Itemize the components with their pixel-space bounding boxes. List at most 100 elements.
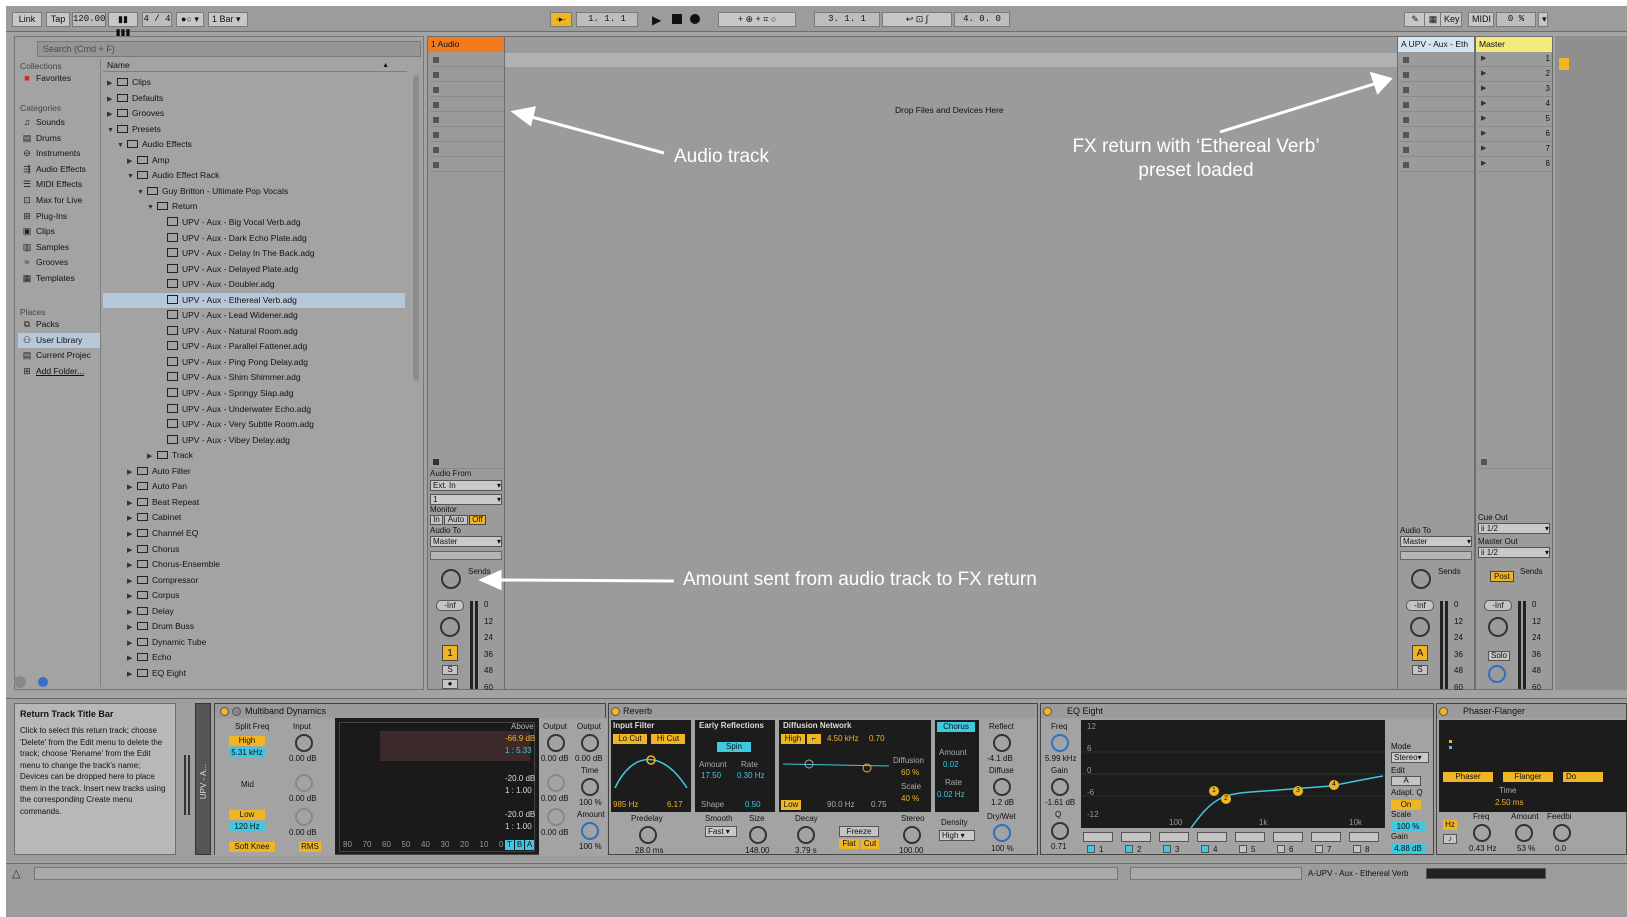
size-knob[interactable] bbox=[749, 826, 767, 844]
eq-filter-type-select[interactable] bbox=[1311, 832, 1341, 842]
eq-q-knob[interactable] bbox=[1051, 822, 1069, 840]
spin-amount-value[interactable]: 17.50 bbox=[701, 771, 721, 780]
eq-output-gain-field[interactable]: 4.88 dB bbox=[1391, 844, 1425, 854]
amount-knob[interactable] bbox=[581, 822, 599, 840]
density-select[interactable]: High ▾ bbox=[939, 830, 975, 841]
eq-band-toggle[interactable] bbox=[1277, 845, 1285, 853]
cut-button[interactable]: Cut bbox=[861, 839, 879, 849]
eq-title[interactable]: EQ Eight bbox=[1041, 704, 1433, 718]
eq-display[interactable]: 12 3 4 bbox=[1081, 720, 1385, 828]
below-ratio-low[interactable]: 1 : 1.00 bbox=[505, 822, 532, 831]
eq-edit-button[interactable]: A bbox=[1391, 776, 1421, 786]
phaser-freq-knob[interactable] bbox=[1473, 824, 1491, 842]
rms-button[interactable]: RMS bbox=[299, 842, 321, 852]
eq-filter-type-select[interactable] bbox=[1197, 832, 1227, 842]
above-threshold[interactable]: -66.9 dB bbox=[505, 734, 535, 743]
eq-band-toggle[interactable] bbox=[1163, 845, 1171, 853]
low-freq-field[interactable]: 120 Hz bbox=[229, 822, 265, 832]
eq-band-node[interactable]: 1 bbox=[1209, 786, 1219, 796]
freeze-button[interactable]: Freeze bbox=[839, 826, 879, 837]
reflect-knob[interactable] bbox=[993, 734, 1011, 752]
spin-rate-value[interactable]: 0.30 Hz bbox=[737, 771, 765, 780]
eq-filter-type-select[interactable] bbox=[1235, 832, 1265, 842]
phaser-mode-button[interactable]: Phaser bbox=[1443, 772, 1493, 782]
high-band-button[interactable]: High bbox=[229, 736, 265, 746]
doubler-mode-button[interactable]: Do bbox=[1563, 772, 1603, 782]
flanger-mode-button[interactable]: Flanger bbox=[1503, 772, 1553, 782]
eq-band-node[interactable]: 4 bbox=[1329, 780, 1339, 790]
overview-thumbnail[interactable] bbox=[1426, 868, 1546, 879]
diffuse-knob[interactable] bbox=[993, 778, 1011, 796]
stereo-knob[interactable] bbox=[903, 826, 921, 844]
filter-freq-value[interactable]: 985 Hz bbox=[613, 800, 638, 809]
eq-band-toggle[interactable] bbox=[1087, 845, 1095, 853]
diffusion-value[interactable]: 60 % bbox=[901, 768, 919, 777]
dry-wet-knob[interactable] bbox=[993, 824, 1011, 842]
reverb-title[interactable]: Reverb bbox=[609, 704, 1037, 718]
chorus-rate-value[interactable]: 0.02 Hz bbox=[937, 790, 965, 799]
chorus-button[interactable]: Chorus bbox=[937, 722, 975, 732]
reverb-on-icon[interactable] bbox=[611, 707, 620, 716]
hz-button[interactable]: Hz bbox=[1443, 820, 1457, 830]
below-threshold-low[interactable]: -20.0 dB bbox=[505, 810, 535, 819]
eq-band-toggle[interactable] bbox=[1125, 845, 1133, 853]
phaser-amount-knob[interactable] bbox=[1515, 824, 1533, 842]
output-low-knob[interactable] bbox=[547, 808, 565, 826]
high-freq-field[interactable]: 5.31 kHz bbox=[229, 748, 265, 758]
eq-filter-type-select[interactable] bbox=[1121, 832, 1151, 842]
output-mid-knob[interactable] bbox=[547, 774, 565, 792]
shape-value[interactable]: 0.50 bbox=[745, 800, 761, 809]
eq-gain-knob[interactable] bbox=[1051, 778, 1069, 796]
mbd-fold-icon[interactable] bbox=[232, 707, 241, 716]
lo-cut-button[interactable]: Lo Cut bbox=[613, 734, 647, 744]
time-knob[interactable] bbox=[581, 778, 599, 796]
mbd-title[interactable]: Multiband Dynamics bbox=[215, 704, 605, 718]
eq-band-toggle[interactable] bbox=[1201, 845, 1209, 853]
eq-filter-type-select[interactable] bbox=[1083, 832, 1113, 842]
high-value[interactable]: 0.70 bbox=[869, 734, 885, 743]
eq-on-icon[interactable] bbox=[1043, 707, 1052, 716]
phaser-title[interactable]: Phaser-Flanger bbox=[1437, 704, 1626, 718]
predelay-knob[interactable] bbox=[639, 826, 657, 844]
phaser-display[interactable]: Phaser Flanger Do Time 2.50 ms bbox=[1439, 720, 1627, 812]
below-ratio-mid[interactable]: 1 : 1.00 bbox=[505, 786, 532, 795]
above-ratio[interactable]: 1 : 5.33 bbox=[505, 746, 532, 755]
soft-knee-button[interactable]: Soft Knee bbox=[229, 842, 275, 852]
mbd-band-toggle[interactable]: T bbox=[505, 840, 514, 850]
mbd-on-icon[interactable] bbox=[220, 707, 229, 716]
flat-button[interactable]: Flat bbox=[839, 839, 859, 849]
high-shelf-button[interactable]: High bbox=[781, 734, 805, 744]
mbd-band-toggle[interactable]: B bbox=[515, 840, 524, 850]
eq-band-toggle[interactable] bbox=[1239, 845, 1247, 853]
input-low-knob[interactable] bbox=[295, 808, 313, 826]
input-high-knob[interactable] bbox=[295, 734, 313, 752]
sync-note-icon[interactable]: ♪ bbox=[1443, 834, 1457, 844]
spin-button[interactable]: Spin bbox=[717, 742, 751, 752]
eq-filter-type-select[interactable] bbox=[1273, 832, 1303, 842]
diffusion-curve[interactable] bbox=[781, 748, 891, 798]
device-resize-handle[interactable] bbox=[184, 755, 190, 815]
eq-band-node[interactable]: 2 bbox=[1221, 794, 1231, 804]
smooth-select[interactable]: Fast ▾ bbox=[705, 826, 737, 837]
hi-cut-button[interactable]: Hi Cut bbox=[651, 734, 685, 744]
input-mid-knob[interactable] bbox=[295, 774, 313, 792]
eq-scale-field[interactable]: 100 % bbox=[1391, 822, 1425, 832]
eq-mode-select[interactable]: Stereo▾ bbox=[1391, 752, 1429, 763]
eq-freq-knob[interactable] bbox=[1051, 734, 1069, 752]
phaser-feedback-knob[interactable] bbox=[1553, 824, 1571, 842]
info-view-toggle-icon[interactable]: △ bbox=[12, 867, 26, 880]
phaser-time-value[interactable]: 2.50 ms bbox=[1495, 798, 1523, 807]
adaptive-q-button[interactable]: On bbox=[1391, 800, 1421, 810]
low-band-button[interactable]: Low bbox=[229, 810, 265, 820]
mbd-band-toggle[interactable]: A bbox=[525, 840, 534, 850]
scale-value[interactable]: 40 % bbox=[901, 794, 919, 803]
chorus-amount-value[interactable]: 0.02 bbox=[943, 760, 959, 769]
output-high-knob[interactable] bbox=[547, 734, 565, 752]
input-filter-curve[interactable] bbox=[613, 748, 689, 792]
eq-filter-type-select[interactable] bbox=[1349, 832, 1379, 842]
filter-width-value[interactable]: 6.17 bbox=[667, 800, 683, 809]
eq-band-node[interactable]: 3 bbox=[1293, 786, 1303, 796]
low-freq-value[interactable]: 90.0 Hz bbox=[827, 800, 855, 809]
eq-filter-type-select[interactable] bbox=[1159, 832, 1189, 842]
high-freq-value[interactable]: 4.50 kHz bbox=[827, 734, 859, 743]
